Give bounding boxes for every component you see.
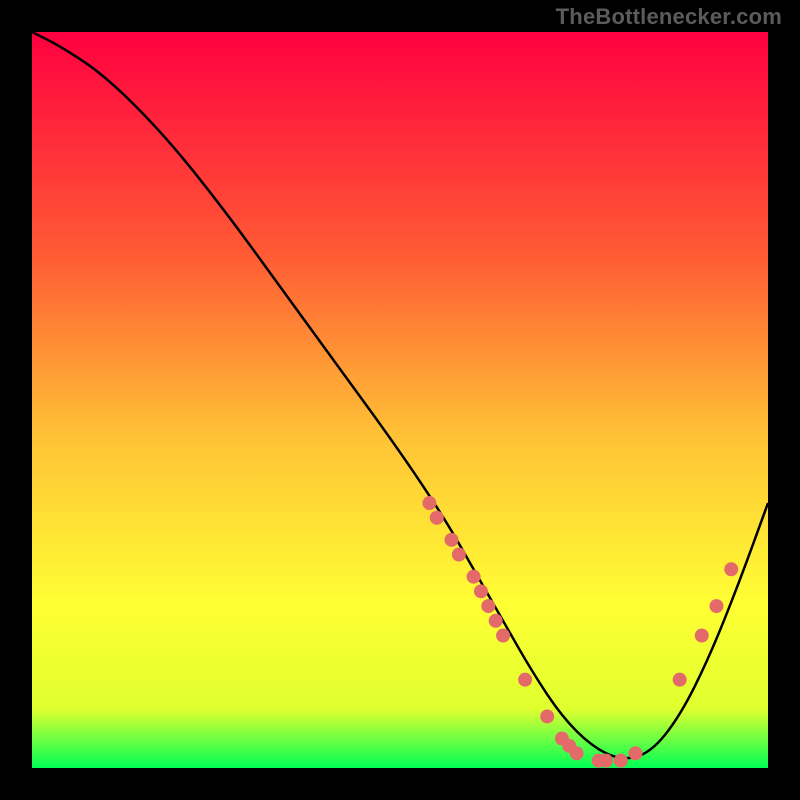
gradient-background <box>32 32 768 768</box>
scatter-point <box>570 746 584 760</box>
scatter-point <box>673 673 687 687</box>
scatter-point <box>467 570 481 584</box>
scatter-point <box>599 754 613 768</box>
scatter-point <box>540 709 554 723</box>
scatter-point <box>518 673 532 687</box>
scatter-point <box>496 629 510 643</box>
scatter-point <box>474 584 488 598</box>
scatter-point <box>430 511 444 525</box>
chart-plot <box>32 32 768 768</box>
scatter-point <box>489 614 503 628</box>
chart-stage: TheBottlenecker.com <box>0 0 800 800</box>
scatter-point <box>724 562 738 576</box>
scatter-point <box>452 548 466 562</box>
scatter-point <box>709 599 723 613</box>
scatter-point <box>422 496 436 510</box>
scatter-point <box>445 533 459 547</box>
scatter-point <box>614 754 628 768</box>
scatter-point <box>629 746 643 760</box>
scatter-point <box>481 599 495 613</box>
attribution-text: TheBottlenecker.com <box>556 4 782 30</box>
chart-svg <box>32 32 768 768</box>
scatter-point <box>695 629 709 643</box>
